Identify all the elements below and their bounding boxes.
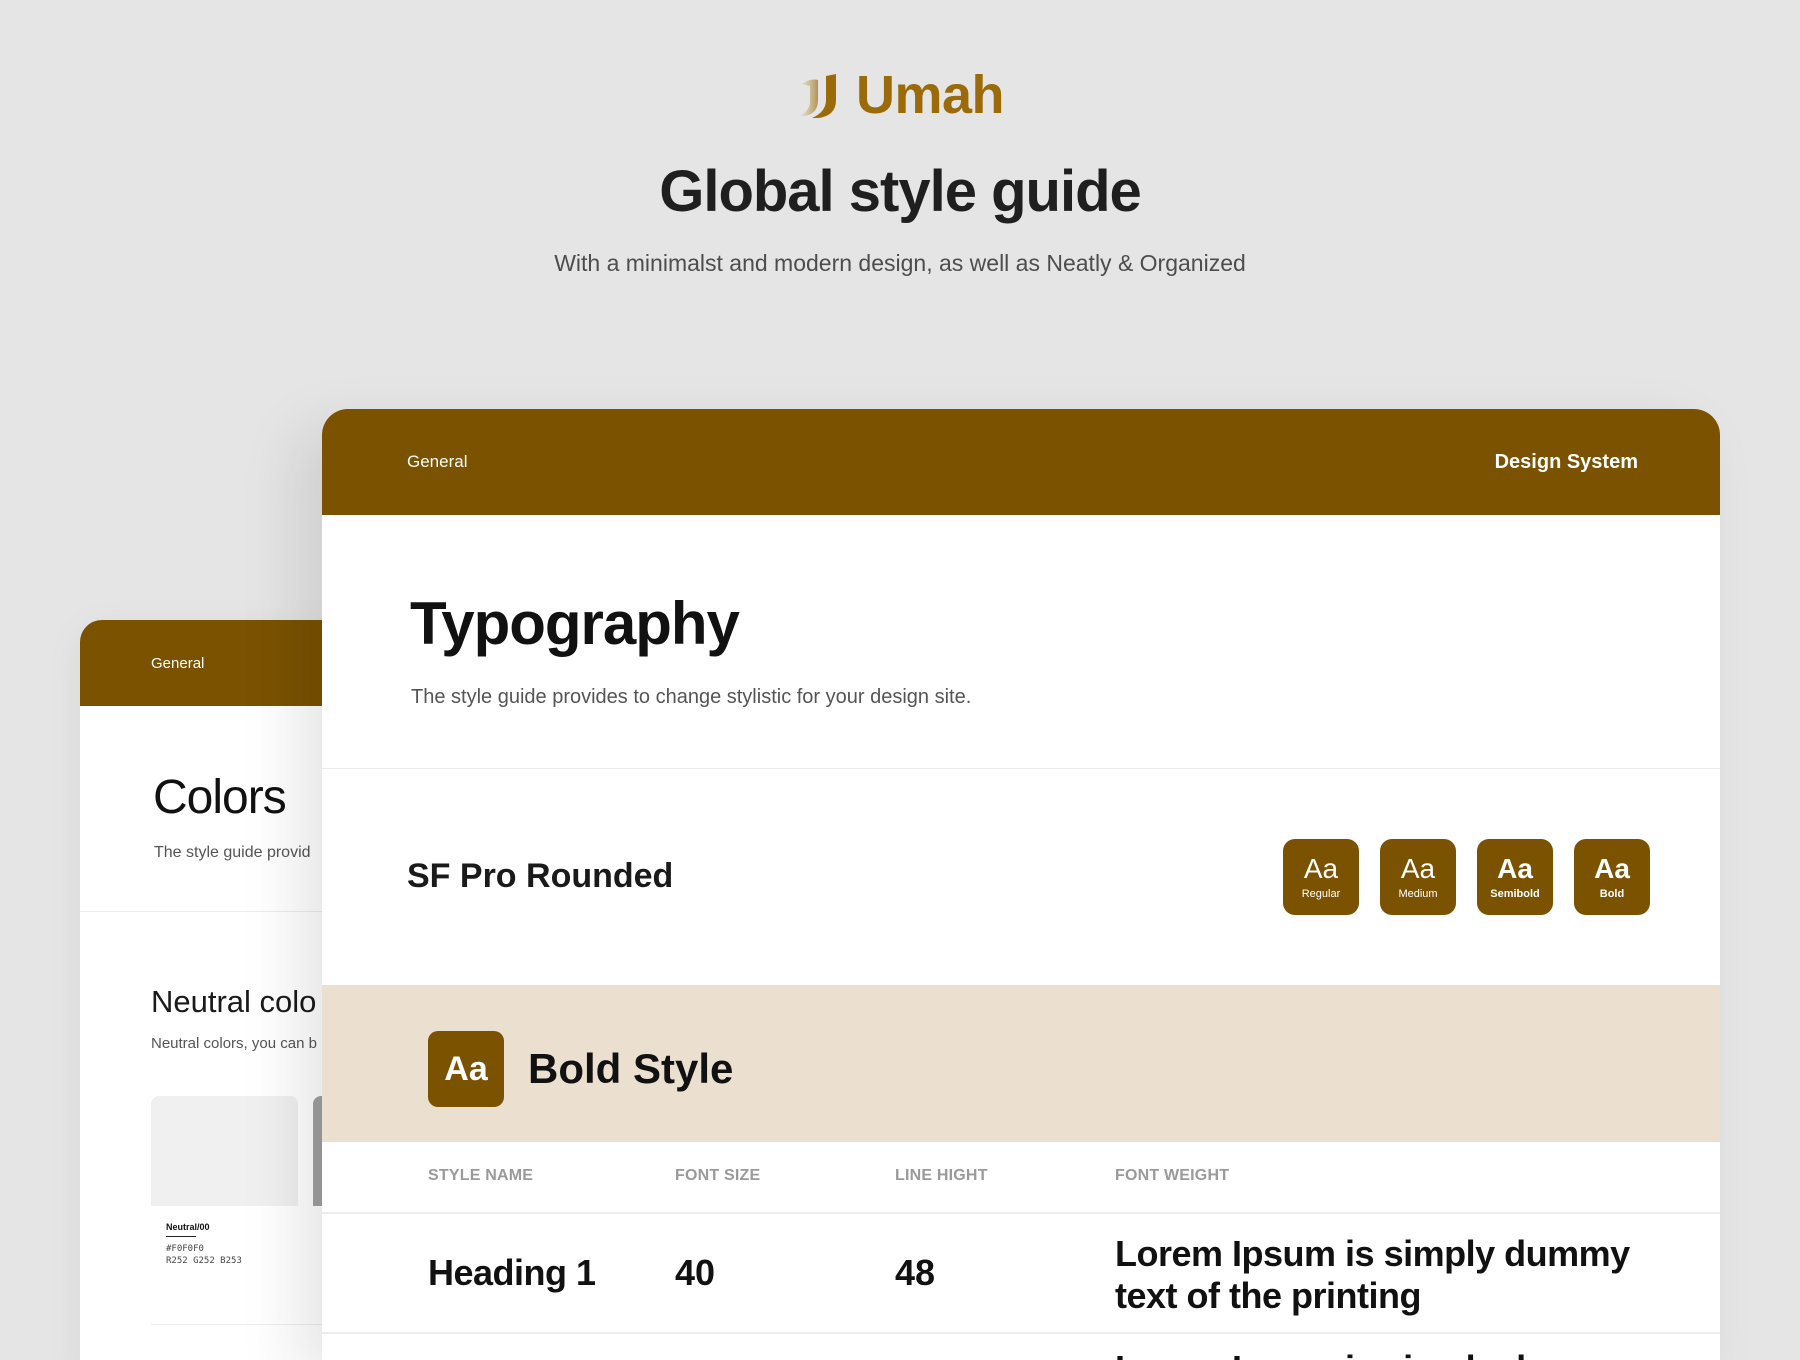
- header-general-label: General: [407, 452, 468, 471]
- weight-chip-label: Medium: [1398, 888, 1438, 900]
- weight-chip-glyph: Aa: [1303, 853, 1339, 884]
- column-header-font-size: FONT SIZE: [675, 1167, 761, 1184]
- swatch-underline: [166, 1236, 196, 1237]
- swatch-hex: #F0F0F0: [166, 1244, 204, 1254]
- weight-chip-glyph: Aa: [1400, 853, 1436, 884]
- table-cell-font-size: 40: [675, 1252, 716, 1293]
- font-family-name: SF Pro Rounded: [407, 857, 674, 895]
- style-guide-page: Umah Global style guide With a minimalst…: [0, 0, 1800, 1360]
- weight-chip-glyph: Aa: [1594, 853, 1630, 884]
- page-title: Global style guide: [659, 159, 1142, 224]
- umah-logo-icon: [799, 74, 836, 118]
- column-header-style-name: STYLE NAME: [428, 1167, 534, 1184]
- divider: [322, 1332, 1720, 1334]
- weight-chip-glyph: Aa: [1497, 853, 1533, 884]
- font-weight-chips: Aa Regular Aa Medium Aa Semibold Aa Bold: [1283, 839, 1650, 915]
- table-cell-sample: Lorem Ipsum is simply dummy text of the …: [1115, 1233, 1630, 1316]
- brand: Umah: [0, 64, 1800, 126]
- typography-card-header: General Design System: [322, 409, 1720, 515]
- weight-chip-regular: Aa Regular: [1283, 839, 1359, 915]
- typography-card: General Design System Typography The sty…: [322, 409, 1720, 1360]
- weight-chip-medium: Aa Medium: [1380, 839, 1456, 915]
- neutral-colors-title: Neutral colo: [151, 984, 317, 1019]
- typography-description: The style guide provides to change styli…: [411, 686, 972, 708]
- swatch-name: Neutral/00: [166, 1222, 210, 1232]
- brand-name: Umah: [855, 65, 1005, 125]
- table-cell-line-height: 48: [895, 1252, 936, 1293]
- weight-chip-semibold: Aa Semibold: [1477, 839, 1553, 915]
- bold-style-chip: Aa: [428, 1031, 504, 1107]
- page-subtitle: With a minimalst and modern design, as w…: [554, 250, 1246, 276]
- bold-style-title: Bold Style: [528, 1045, 734, 1092]
- colors-title: Colors: [153, 771, 287, 824]
- swatch-rgb: R252 G252 B253: [166, 1256, 242, 1266]
- column-header-font-weight: FONT WEIGHT: [1115, 1167, 1230, 1184]
- colors-description: The style guide provid: [154, 844, 311, 861]
- bold-style-band: Aa Bold Style: [322, 985, 1720, 1142]
- divider: [322, 768, 1720, 769]
- colors-card-header-label: General: [151, 654, 205, 672]
- neutral-colors-description: Neutral colors, you can b: [151, 1035, 317, 1052]
- typography-title: Typography: [410, 590, 740, 657]
- weight-chip-bold: Aa Bold: [1574, 839, 1650, 915]
- divider: [322, 1212, 1720, 1214]
- column-header-line-height: LINE HIGHT: [895, 1167, 988, 1184]
- weight-chip-label: Semibold: [1490, 888, 1540, 900]
- table-cell-style-name: Heading 1: [428, 1252, 596, 1293]
- weight-chip-label: Bold: [1599, 888, 1625, 900]
- weight-chip-label: Regular: [1301, 888, 1341, 900]
- header-design-system-label: Design System: [1494, 450, 1638, 473]
- table-cell-sample-next: Lorem Ipsum is simply dum: [1115, 1348, 1579, 1360]
- color-swatch-neutral-00: [151, 1096, 298, 1206]
